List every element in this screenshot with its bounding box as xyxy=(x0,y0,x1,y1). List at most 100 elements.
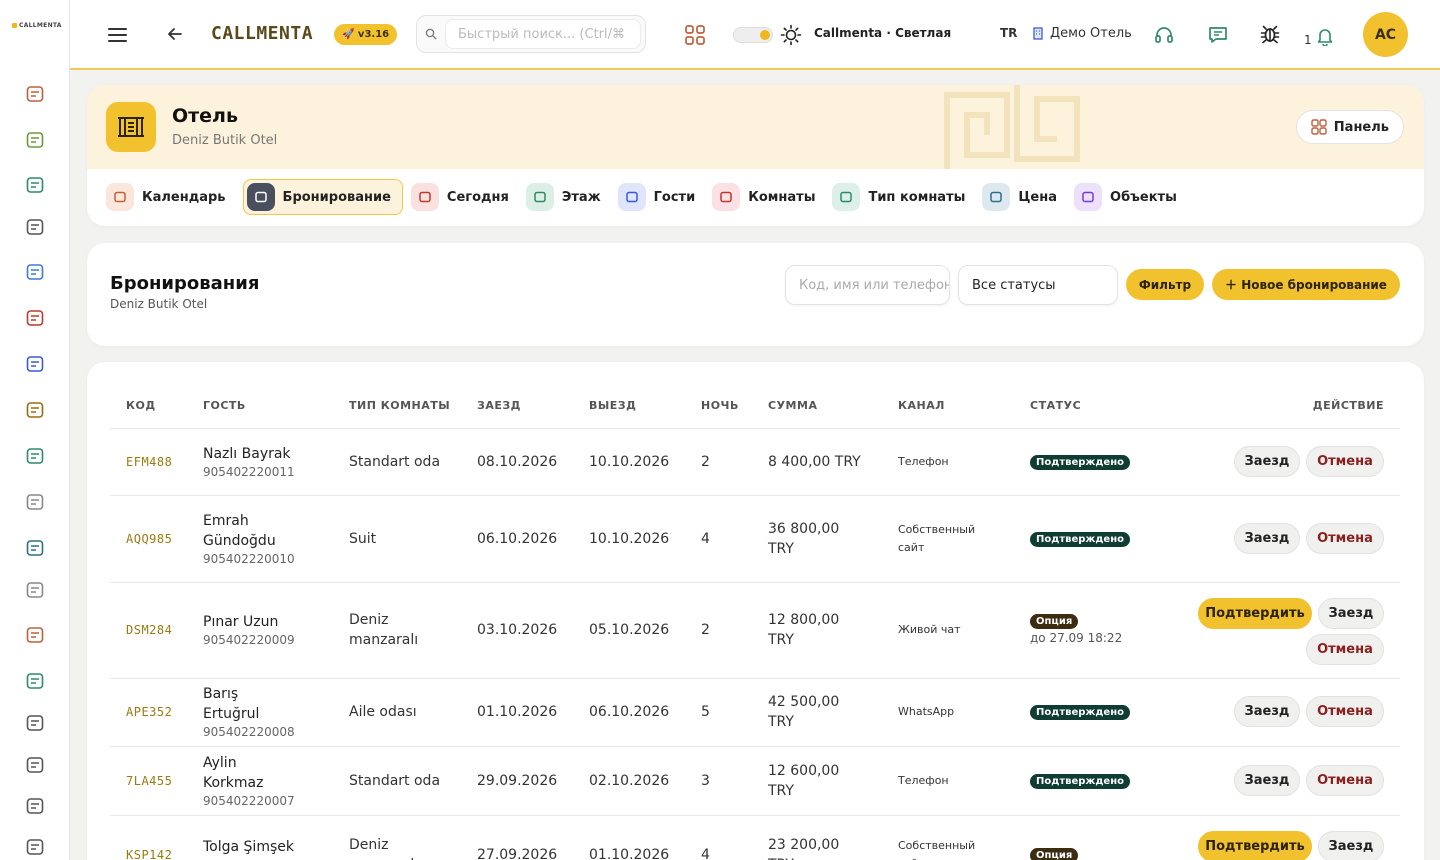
shield-icon[interactable] xyxy=(24,579,45,600)
bell-service-icon xyxy=(410,183,439,211)
guest-cell: Aylin Korkmaz 905402220007 xyxy=(203,753,295,809)
notifications[interactable]: 1 xyxy=(1304,25,1334,47)
globe-icon[interactable] xyxy=(24,712,45,733)
checkin-button[interactable]: Заезд xyxy=(1234,522,1300,554)
booking-code[interactable]: EFM488 xyxy=(126,452,172,472)
booking-code[interactable]: AQQ985 xyxy=(126,529,172,549)
bug-icon[interactable] xyxy=(1259,23,1281,45)
checkin-button[interactable]: Заезд xyxy=(1234,696,1300,727)
theme-toggle[interactable] xyxy=(733,27,773,43)
tab-0[interactable]: Календарь xyxy=(106,179,235,215)
tab-2[interactable]: Сегодня xyxy=(410,179,518,215)
column-header: КОД xyxy=(126,399,156,412)
status-badge: Подтверждено xyxy=(1030,455,1130,470)
guest-name: Pınar Uzun xyxy=(203,614,279,630)
status-badge: Подтверждено xyxy=(1030,705,1130,720)
checkout-date: 10.10.2026 xyxy=(589,530,670,547)
user-circle-icon[interactable] xyxy=(24,261,45,282)
row-divider xyxy=(110,495,1400,496)
cancel-button[interactable]: Отмена xyxy=(1306,696,1384,727)
new-booking-button[interactable]: ＋ Новое бронирование xyxy=(1212,269,1400,300)
guest-name: Nazlı Bayrak xyxy=(203,446,291,462)
tab-1[interactable]: Бронирование xyxy=(242,179,403,215)
tab-7[interactable]: Цена xyxy=(982,179,1066,215)
cancel-button[interactable]: Отмена xyxy=(1306,522,1384,554)
confirm-button[interactable]: Подтвердить xyxy=(1198,831,1312,860)
filter-button[interactable]: Фильтр xyxy=(1126,269,1204,300)
checkin-button[interactable]: Заезд xyxy=(1318,598,1384,629)
nights-count: 5 xyxy=(701,704,710,720)
checkin-date: 29.09.2026 xyxy=(477,772,558,789)
language-switch[interactable]: TR xyxy=(1000,26,1017,40)
gear-icon[interactable] xyxy=(24,491,45,512)
amount: 12 600,00 TRY xyxy=(768,762,840,799)
code-icon[interactable] xyxy=(24,216,45,237)
chat-user-icon[interactable] xyxy=(24,353,45,374)
tab-4[interactable]: Гости xyxy=(617,179,705,215)
building-icon[interactable] xyxy=(24,624,45,645)
reservations-icon[interactable] xyxy=(24,83,45,104)
megaphone-icon[interactable] xyxy=(24,445,45,466)
tab-6[interactable]: Тип комнаты xyxy=(832,179,974,215)
chart-icon[interactable] xyxy=(24,670,45,691)
warning-icon[interactable] xyxy=(24,836,45,857)
booking-code[interactable]: KSP142 xyxy=(126,845,172,860)
booking-icon xyxy=(246,183,275,211)
guest-name: Emrah Gündoğdu xyxy=(203,512,276,549)
panel-button[interactable]: Панель xyxy=(1295,110,1404,144)
booking-search-input[interactable]: Код, имя или телефон xyxy=(785,265,950,305)
id-card-icon[interactable] xyxy=(24,174,45,195)
guest-cell: Barış Ertuğrul 905402220008 xyxy=(203,684,295,740)
guest-name: Tolga Şimşek xyxy=(203,839,294,855)
topbar: CALLMENTA 🚀 v3.16 Быстрый поиск... (Ctrl… xyxy=(70,0,1440,70)
checkin-button[interactable]: Заезд xyxy=(1234,764,1300,796)
nights-count: 2 xyxy=(701,622,710,638)
booking-code[interactable]: 7LA455 xyxy=(126,771,172,791)
room-type: Suit xyxy=(349,530,377,547)
channel: Живой чат xyxy=(898,623,961,636)
cancel-button[interactable]: Отмена xyxy=(1306,446,1384,477)
hotel-switch[interactable]: Демо Отель xyxy=(1032,26,1132,41)
checkout-date: 02.10.2026 xyxy=(589,772,670,789)
checkout-date: 06.10.2026 xyxy=(589,704,670,720)
status-badge: Подтверждено xyxy=(1030,531,1130,547)
avatar[interactable]: AC xyxy=(1363,12,1408,57)
booking-code[interactable]: APE352 xyxy=(126,702,172,722)
grid-icon[interactable] xyxy=(24,537,45,558)
confirm-button[interactable]: Подтвердить xyxy=(1198,598,1312,629)
checkin-date: 06.10.2026 xyxy=(477,530,558,547)
guest-icon xyxy=(617,183,646,211)
checkin-button[interactable]: Заезд xyxy=(1234,446,1300,477)
hotel-icon xyxy=(106,102,156,152)
medal-icon[interactable] xyxy=(24,399,45,420)
bar-chart-icon[interactable] xyxy=(24,795,45,816)
checkout-date: 01.10.2026 xyxy=(589,847,670,860)
dashboard-icon xyxy=(1311,119,1327,135)
stairs-icon xyxy=(525,183,554,211)
status-select[interactable]: Все статусы xyxy=(958,265,1118,305)
tab-5[interactable]: Комнаты xyxy=(712,179,824,215)
checkin-button[interactable]: Заезд xyxy=(1318,831,1384,860)
cancel-button[interactable]: Отмена xyxy=(1306,764,1384,796)
theme-label[interactable]: Callmenta · Светлая xyxy=(814,26,951,40)
booking-code[interactable]: DSM284 xyxy=(126,620,172,640)
sliders-icon[interactable] xyxy=(24,754,45,775)
room-type: Deniz manzaralı xyxy=(349,837,418,860)
tab-8[interactable]: Объекты xyxy=(1074,179,1186,215)
amount: 23 200,00 TRY xyxy=(768,837,840,860)
quick-search-input[interactable]: Быстрый поиск... (Ctrl/⌘ xyxy=(445,19,641,49)
menu-icon[interactable] xyxy=(106,24,128,46)
sidebar-logo[interactable]: CALLMENTA xyxy=(12,22,62,29)
apps-grid-icon[interactable] xyxy=(684,24,706,46)
row-divider xyxy=(110,815,1400,816)
sun-icon[interactable] xyxy=(780,24,802,46)
chat-icon[interactable] xyxy=(1207,24,1229,46)
tab-3[interactable]: Этаж xyxy=(525,179,610,215)
cancel-button[interactable]: Отмена xyxy=(1306,634,1384,665)
quick-search[interactable]: Быстрый поиск... (Ctrl/⌘ xyxy=(416,15,646,53)
headset-icon[interactable] xyxy=(1153,24,1175,46)
back-arrow-icon[interactable] xyxy=(165,24,185,44)
clipboard-icon[interactable] xyxy=(24,129,45,150)
module-tabs: Календарь Бронирование Сегодня Этаж Гости Ком… xyxy=(106,179,1194,215)
alarm-icon[interactable] xyxy=(24,307,45,328)
